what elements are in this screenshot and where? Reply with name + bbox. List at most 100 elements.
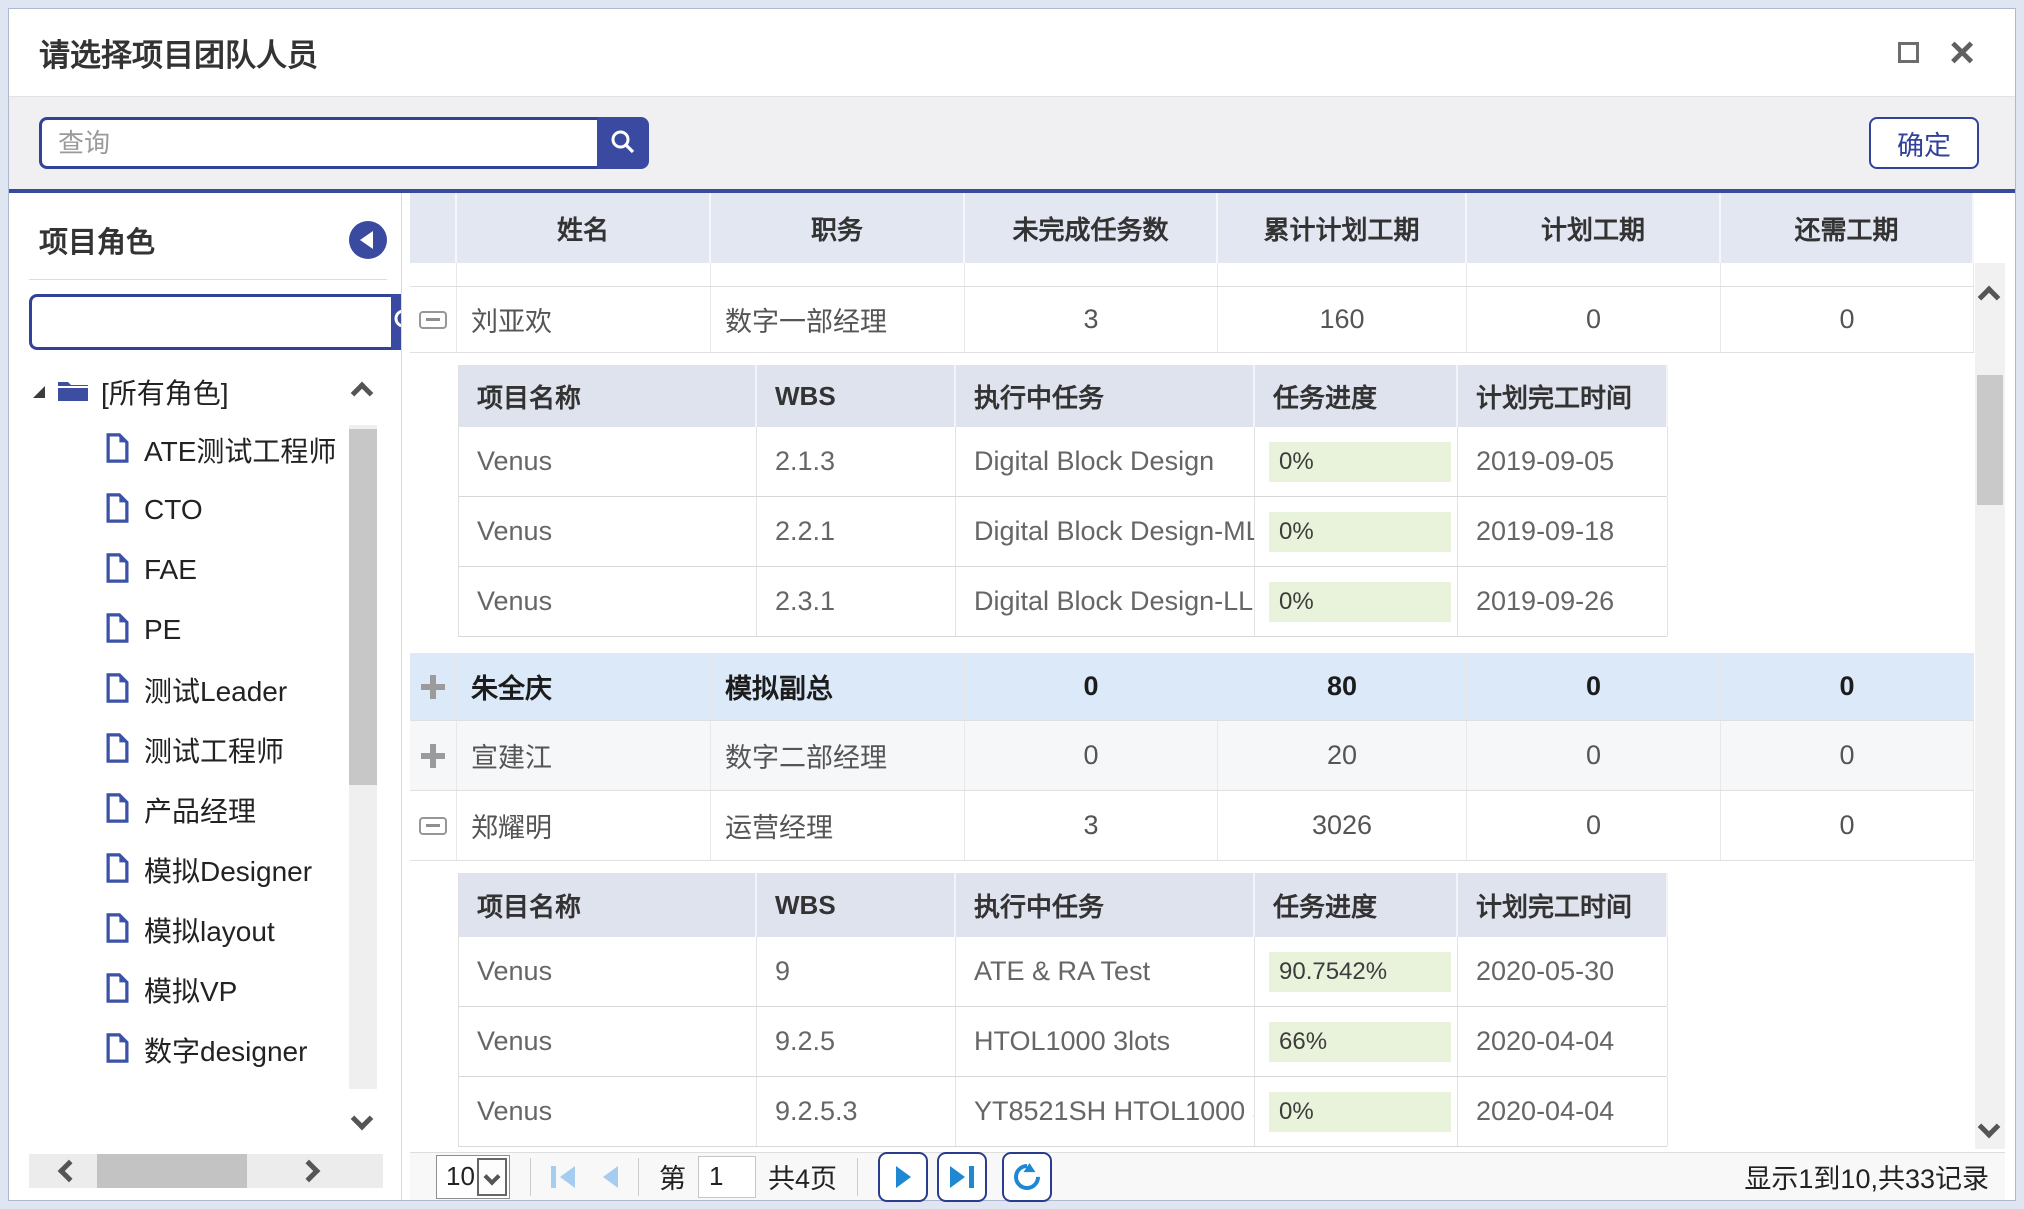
last-page-button[interactable]: [937, 1152, 987, 1202]
file-icon: [105, 493, 130, 528]
maximize-icon[interactable]: [1898, 42, 1919, 63]
tree-item-role[interactable]: PE: [29, 600, 387, 660]
tree-item-role[interactable]: 测试工程师: [29, 720, 387, 780]
search-input[interactable]: [39, 117, 597, 169]
screen-frame: 请选择项目团队人员 × 确定 项目角色: [0, 0, 2024, 1209]
refresh-button[interactable]: [1002, 1152, 1052, 1202]
scroll-up-icon[interactable]: [1978, 286, 2001, 309]
file-icon: [105, 913, 130, 948]
file-icon: [105, 673, 130, 708]
progress-bar: 90.7542%: [1269, 952, 1451, 992]
task-row: Venus 9.2.5.3 YT8521SH HTOL1000 3rd 0% 2…: [459, 1077, 1667, 1147]
scroll-right-icon[interactable]: [298, 1160, 321, 1183]
subtable-header: 项目名称 WBS 执行中任务 任务进度 计划完工时间: [459, 873, 1667, 937]
expand-row-icon[interactable]: [421, 744, 445, 768]
page-size-select[interactable]: 10: [436, 1155, 510, 1199]
confirm-button[interactable]: 确定: [1869, 117, 1979, 169]
divider: [530, 1158, 531, 1196]
role-tree: [所有角色] ATE测试工程师 CTO FAE PE: [29, 364, 387, 1080]
divider: [857, 1158, 858, 1196]
header-name: 姓名: [457, 193, 711, 263]
header-position: 职务: [711, 193, 965, 263]
collapse-row-icon[interactable]: [419, 311, 447, 329]
progress-bar: 0%: [1269, 582, 1451, 622]
dialog-select-team-member: 请选择项目团队人员 × 确定 项目角色: [8, 8, 2016, 1201]
chevron-left-icon: [360, 231, 373, 249]
refresh-icon: [1009, 1158, 1046, 1195]
tree-vertical-scrollbar[interactable]: [349, 383, 377, 1129]
progress-bar: 0%: [1269, 1092, 1451, 1132]
table-row-partial: [410, 263, 1974, 287]
role-search-box: [29, 294, 383, 350]
grid-vertical-scrollbar[interactable]: [1975, 263, 2005, 1149]
tree-item-role[interactable]: ATE测试工程师: [29, 420, 387, 480]
tree-expanded-icon[interactable]: [33, 386, 45, 398]
divider: [29, 279, 387, 280]
header-cum-planned: 累计计划工期: [1218, 193, 1467, 263]
tree-node-all-roles[interactable]: [所有角色]: [29, 364, 387, 420]
task-row: Venus 2.2.1 Digital Block Design-ML 0% 2…: [459, 497, 1667, 567]
page-size-value: 10: [437, 1161, 475, 1192]
role-search-button[interactable]: [391, 294, 402, 350]
role-search-input[interactable]: [29, 294, 391, 350]
collapse-row-icon[interactable]: [419, 817, 447, 835]
search-icon: [391, 306, 402, 339]
header-planned: 计划工期: [1467, 193, 1721, 263]
folder-icon: [57, 378, 89, 407]
table-row[interactable]: 刘亚欢 数字一部经理 3 160 0 0: [410, 287, 1974, 353]
scrollbar-thumb[interactable]: [349, 429, 377, 785]
page-number-input[interactable]: [698, 1156, 756, 1198]
table-row-selected[interactable]: 朱全庆 模拟副总 0 80 0 0: [410, 653, 1974, 721]
tree-item-role[interactable]: 测试Leader: [29, 660, 387, 720]
grid-body: 刘亚欢 数字一部经理 3 160 0 0 项目名称 WBS 执行中任务 任务进度: [410, 263, 1974, 1152]
record-count-status: 显示1到10,共33记录: [1744, 1157, 1989, 1196]
last-icon: [950, 1166, 965, 1188]
tree-item-role[interactable]: FAE: [29, 540, 387, 600]
file-icon: [105, 433, 130, 468]
grid-header: 姓名 职务 未完成任务数 累计计划工期 计划工期 还需工期: [410, 193, 1974, 263]
tree-item-role[interactable]: 模拟VP: [29, 960, 387, 1020]
scroll-left-icon[interactable]: [58, 1160, 81, 1183]
table-row[interactable]: 宣建江 数字二部经理 0 20 0 0: [410, 721, 1974, 791]
tree-horizontal-scrollbar[interactable]: [29, 1154, 383, 1188]
progress-bar: 66%: [1269, 1022, 1451, 1062]
task-row: Venus 9 ATE & RA Test 90.7542% 2020-05-3…: [459, 937, 1667, 1007]
prev-page-button[interactable]: [603, 1166, 618, 1188]
search-icon: [608, 127, 638, 160]
close-icon[interactable]: ×: [1949, 42, 1975, 63]
tree-item-role[interactable]: 产品经理: [29, 780, 387, 840]
task-subtable: 项目名称 WBS 执行中任务 任务进度 计划完工时间 Venus 9 ATE &…: [458, 873, 1667, 1147]
tree-item-role[interactable]: CTO: [29, 480, 387, 540]
sidebar-project-roles: 项目角色: [9, 193, 402, 1200]
toolbar: 确定: [9, 97, 2015, 193]
header-unfinished: 未完成任务数: [965, 193, 1218, 263]
expand-row-icon[interactable]: [421, 675, 445, 699]
divider: [638, 1158, 639, 1196]
file-icon: [105, 613, 130, 648]
search-box: [39, 117, 649, 169]
tree-item-role[interactable]: 数字designer: [29, 1020, 387, 1080]
file-icon: [105, 553, 130, 588]
tree-item-role[interactable]: 模拟Designer: [29, 840, 387, 900]
scroll-down-icon[interactable]: [351, 1108, 374, 1131]
scrollbar-thumb[interactable]: [1977, 375, 2003, 505]
collapse-panel-button[interactable]: [349, 221, 387, 259]
sidebar-title: 项目角色: [29, 219, 155, 261]
first-page-button[interactable]: [551, 1166, 575, 1188]
scroll-down-icon[interactable]: [1978, 1116, 2001, 1139]
scroll-up-icon[interactable]: [351, 382, 374, 405]
task-row: Venus 2.3.1 Digital Block Design-LL 0% 2…: [459, 567, 1667, 637]
file-icon: [105, 973, 130, 1008]
scrollbar-thumb[interactable]: [97, 1154, 247, 1188]
file-icon: [105, 793, 130, 828]
progress-bar: 0%: [1269, 512, 1451, 552]
pagination-bar: 10 第 共4页 显示1到10,共33记录: [410, 1152, 2005, 1200]
tree-item-role[interactable]: 模拟layout: [29, 900, 387, 960]
search-button[interactable]: [597, 117, 649, 169]
task-row: Venus 9.2.5 HTOL1000 3lots 66% 2020-04-0…: [459, 1007, 1667, 1077]
next-page-button[interactable]: [878, 1152, 928, 1202]
table-row[interactable]: 郑耀明 运营经理 3 3026 0 0: [410, 791, 1974, 861]
dropdown-arrow[interactable]: [477, 1158, 507, 1196]
dialog-title: 请选择项目团队人员: [39, 30, 318, 75]
header-expand-column: [410, 193, 457, 263]
